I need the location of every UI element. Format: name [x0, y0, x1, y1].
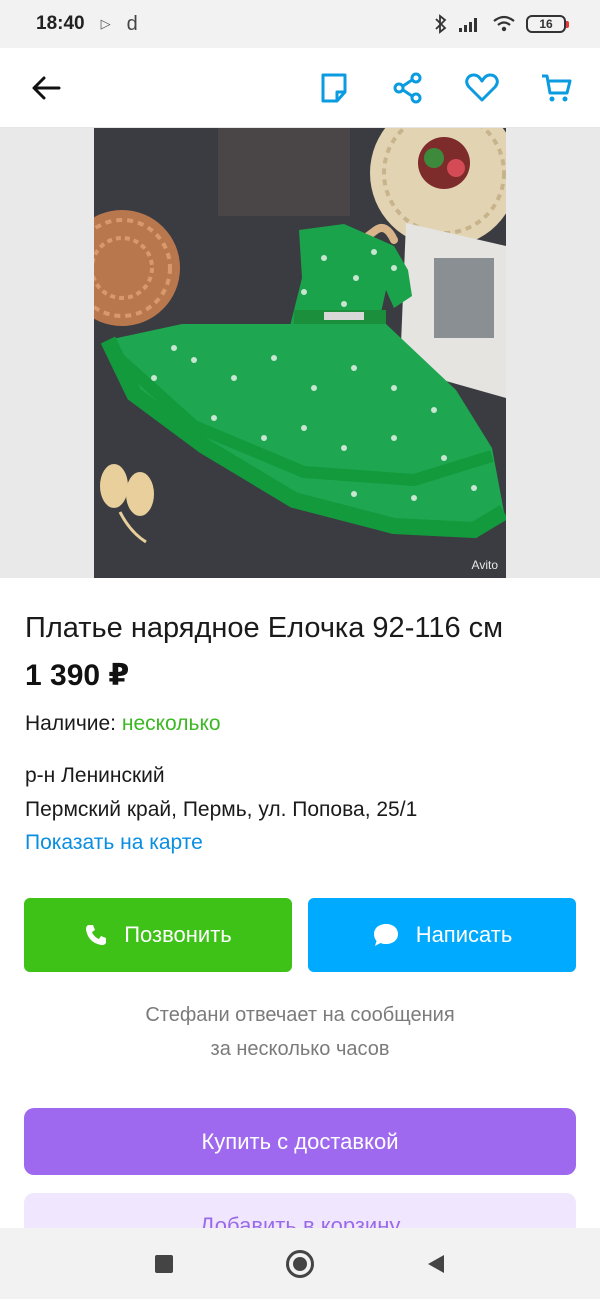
cart-icon	[542, 74, 572, 101]
cart-button[interactable]	[536, 68, 576, 108]
availability-value: несколько	[121, 712, 221, 735]
wifi-icon	[493, 15, 515, 32]
status-left: 18:40 ▷ d	[36, 13, 138, 36]
status-right: 16	[434, 14, 569, 34]
status-time: 18:40	[36, 13, 85, 34]
chat-bubble-icon	[373, 924, 398, 946]
back-nav-button[interactable]	[421, 1249, 451, 1279]
photo-gallery[interactable]: Avito	[0, 128, 600, 578]
signal-icon	[459, 18, 477, 32]
write-label: Написать	[415, 922, 513, 947]
system-nav-bar	[0, 1228, 600, 1299]
home-button[interactable]	[285, 1249, 315, 1279]
back-arrow-icon	[32, 76, 61, 99]
availability-label: Наличие:	[25, 712, 117, 735]
play-icon: ▷	[100, 16, 111, 31]
heart-icon	[465, 73, 499, 101]
buy-label: Купить с доставкой	[201, 1128, 399, 1154]
show-on-map-link[interactable]: Показать на карте	[25, 831, 203, 855]
status-letter: d	[126, 12, 138, 35]
seller-reply-note: Стефани отвечает на сообщения за несколь…	[0, 998, 600, 1066]
district: р-н Ленинский	[25, 764, 165, 787]
availability: Наличие: несколько	[25, 712, 221, 736]
note-icon	[321, 73, 347, 102]
share-button[interactable]	[388, 68, 428, 108]
top-app-bar	[0, 48, 600, 128]
buy-with-delivery-button[interactable]: Купить с доставкой	[24, 1108, 576, 1175]
share-icon	[393, 72, 422, 103]
status-bar: 18:40 ▷ d 16	[0, 0, 600, 48]
dress-image	[94, 128, 506, 578]
back-button[interactable]	[26, 68, 66, 108]
reply-note-line1: Стефани отвечает на сообщения	[145, 1004, 455, 1026]
back-triangle-icon	[428, 1254, 444, 1273]
listing-title: Платье нарядное Елочка 92-116 см	[25, 612, 504, 644]
home-circle-icon	[286, 1249, 314, 1278]
recents-button[interactable]	[149, 1249, 179, 1279]
battery-indicator: 16	[526, 15, 569, 33]
square-icon	[155, 1254, 173, 1273]
phone-icon	[86, 925, 107, 945]
call-label: Позвонить	[124, 922, 232, 947]
avito-watermark: Avito	[471, 558, 498, 572]
listing-price: 1 390 ₽	[25, 659, 130, 692]
top-actions	[314, 68, 576, 108]
product-photo[interactable]: Avito	[94, 128, 506, 578]
bluetooth-icon	[435, 14, 447, 34]
address: Пермский край, Пермь, ул. Попова, 25/1	[25, 798, 418, 821]
favorite-button[interactable]	[462, 68, 502, 108]
reply-note-line2: за несколько часов	[210, 1038, 390, 1060]
write-button[interactable]: Написать	[308, 898, 576, 972]
call-button[interactable]: Позвонить	[24, 898, 292, 972]
note-button[interactable]	[314, 68, 354, 108]
